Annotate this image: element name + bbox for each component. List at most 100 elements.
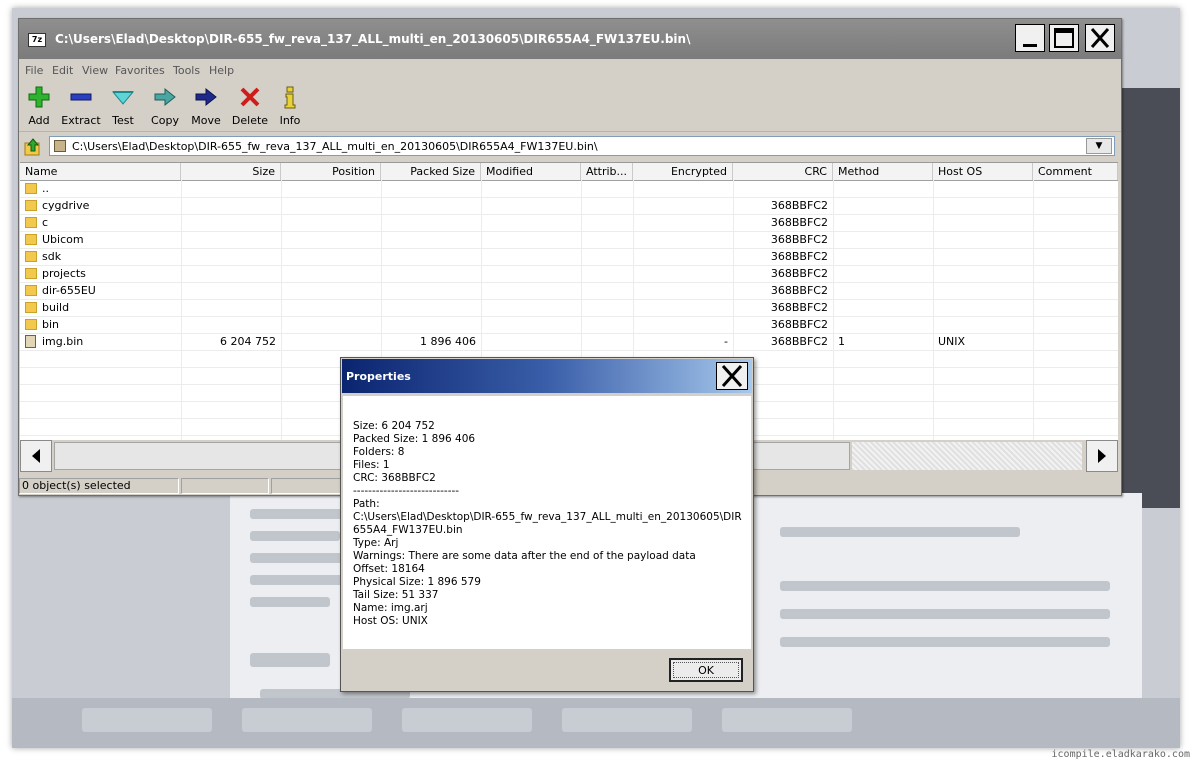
cell-host-os	[933, 248, 1033, 265]
table-row[interactable]: Ubicom 368BBFC2	[20, 231, 1118, 249]
scroll-track[interactable]	[852, 442, 1082, 470]
extract-label: Extract	[61, 114, 101, 127]
add-button[interactable]: Add	[17, 85, 61, 129]
close-icon	[1090, 28, 1110, 48]
add-label: Add	[28, 114, 50, 127]
cell-encrypted	[633, 180, 733, 197]
cell-host-os	[933, 316, 1033, 333]
cell-size	[181, 214, 281, 231]
column-comment[interactable]: Comment	[1033, 163, 1118, 180]
close-button[interactable]	[1085, 24, 1115, 52]
table-row[interactable]: c 368BBFC2	[20, 214, 1118, 232]
property-line: Name: img.arj	[353, 602, 428, 614]
extract-button[interactable]: Extract	[59, 85, 103, 129]
cell-packed-size	[381, 197, 481, 214]
menu-favorites[interactable]: Favorites	[115, 64, 165, 77]
cell-name: sdk	[42, 250, 62, 263]
column-modified[interactable]: Modified	[481, 163, 581, 180]
folder-icon	[25, 183, 37, 194]
cell-host-os	[933, 282, 1033, 299]
add-icon	[28, 86, 50, 108]
cell-name: img.bin	[42, 335, 84, 348]
property-line: Folders: 8	[353, 446, 405, 458]
delete-button[interactable]: Delete	[228, 85, 272, 129]
cell-crc: 368BBFC2	[770, 318, 828, 331]
cell-packed-size: 1 896 406	[420, 335, 476, 348]
folder-icon	[25, 285, 37, 296]
cell-packed-size	[381, 316, 481, 333]
table-row[interactable]: dir-655EU 368BBFC2	[20, 282, 1118, 300]
column-packed-size[interactable]: Packed Size	[381, 163, 481, 180]
folder-icon	[25, 251, 37, 262]
table-row[interactable]: ..	[20, 180, 1118, 198]
scroll-left-button[interactable]	[20, 440, 52, 472]
cell-size	[181, 316, 281, 333]
cell-name: ..	[42, 182, 49, 195]
cell-name: dir-655EU	[42, 284, 96, 297]
column-name[interactable]: Name	[20, 163, 181, 180]
column-crc[interactable]: CRC	[733, 163, 833, 180]
table-row[interactable]: img.bin 6 204 752 1 896 406 - 368BBFC2 1 UNIX	[20, 333, 1118, 351]
column-position[interactable]: Position	[281, 163, 381, 180]
app-icon: 7z	[28, 33, 46, 47]
cell-packed-size	[381, 231, 481, 248]
menu-view[interactable]: View	[82, 64, 108, 77]
menu-edit[interactable]: Edit	[52, 64, 73, 77]
info-icon	[284, 86, 296, 109]
cell-size	[181, 282, 281, 299]
cell-crc	[733, 180, 833, 197]
menu-tools[interactable]: Tools	[173, 64, 200, 77]
cell-packed-size	[381, 248, 481, 265]
property-line: 655A4_FW137EU.bin	[353, 524, 463, 536]
dialog-close-button[interactable]	[716, 362, 748, 390]
cell-method	[833, 299, 933, 316]
cell-host-os: UNIX	[938, 335, 966, 348]
column-attributes[interactable]: Attrib...	[581, 163, 633, 180]
copy-button[interactable]: Copy	[143, 85, 187, 129]
move-button[interactable]: Move	[184, 85, 228, 129]
test-button[interactable]: Test	[101, 85, 145, 129]
property-line: Physical Size: 1 896 579	[353, 576, 481, 588]
cell-method	[833, 180, 933, 197]
menu-help[interactable]: Help	[209, 64, 234, 77]
column-size[interactable]: Size	[181, 163, 281, 180]
column-encrypted[interactable]: Encrypted	[633, 163, 733, 180]
cell-method	[833, 197, 933, 214]
address-input[interactable]: C:\Users\Elad\Desktop\DIR-655_fw_reva_13…	[49, 136, 1115, 156]
column-method[interactable]: Method	[833, 163, 933, 180]
cell-method	[833, 316, 933, 333]
maximize-button[interactable]	[1049, 24, 1079, 52]
info-button[interactable]: Info	[268, 85, 312, 129]
menu-bar: File Edit View Favorites Tools Help	[19, 61, 1121, 81]
copy-label: Copy	[151, 114, 179, 127]
table-row[interactable]: build 368BBFC2	[20, 299, 1118, 317]
address-dropdown-button[interactable]: ▼	[1086, 138, 1112, 154]
dialog-title-bar[interactable]: Properties	[342, 359, 752, 393]
cell-encrypted	[633, 299, 733, 316]
table-row[interactable]: sdk 368BBFC2	[20, 248, 1118, 266]
menu-file[interactable]: File	[25, 64, 43, 77]
close-icon	[721, 364, 743, 388]
column-host-os[interactable]: Host OS	[933, 163, 1033, 180]
cell-encrypted	[633, 214, 733, 231]
ok-button[interactable]: OK	[669, 658, 743, 682]
cell-size	[181, 231, 281, 248]
table-row[interactable]: bin 368BBFC2	[20, 316, 1118, 334]
scroll-right-button[interactable]	[1086, 440, 1118, 472]
column-divider	[933, 180, 934, 471]
cell-size: 6 204 752	[220, 335, 276, 348]
property-line: ----------------------------	[353, 485, 460, 497]
table-row[interactable]: cygdrive 368BBFC2	[20, 197, 1118, 215]
folder-icon	[25, 319, 37, 330]
cell-size	[181, 180, 281, 197]
table-row[interactable]: projects 368BBFC2	[20, 265, 1118, 283]
up-folder-button[interactable]	[23, 137, 43, 157]
cell-name: c	[42, 216, 49, 229]
move-icon	[195, 87, 217, 107]
minimize-button[interactable]	[1015, 24, 1045, 52]
window-title: C:\Users\Elad\Desktop\DIR-655_fw_reva_13…	[55, 32, 691, 46]
title-bar[interactable]: 7z C:\Users\Elad\Desktop\DIR-655_fw_reva…	[19, 19, 1121, 59]
cell-crc: 368BBFC2	[770, 199, 828, 212]
property-line: C:\Users\Elad\Desktop\DIR-655_fw_reva_13…	[353, 511, 742, 523]
column-divider	[281, 180, 282, 471]
